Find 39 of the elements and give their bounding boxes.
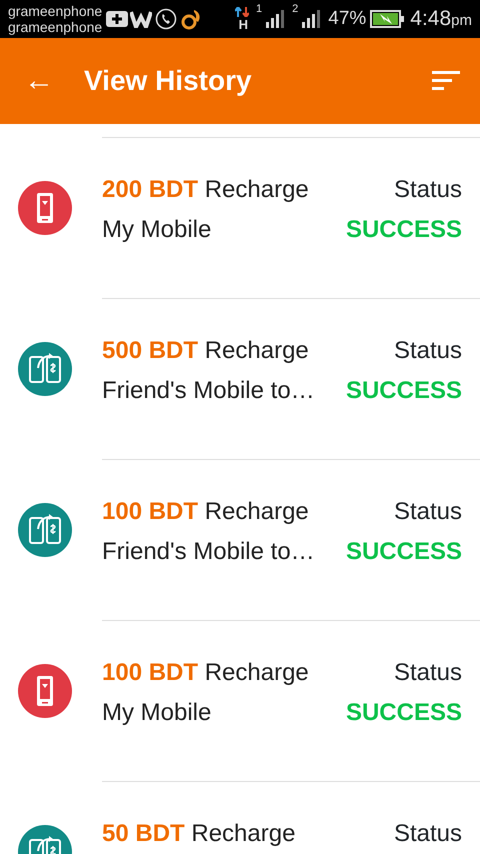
transaction-title: 500 BDT Recharge — [102, 336, 310, 366]
status-value: SUCCESS — [346, 698, 462, 728]
transaction-detail: My Mobile — [102, 698, 212, 728]
battery-charging-icon — [370, 10, 404, 28]
transaction-title: 200 BDT Recharge — [102, 175, 310, 205]
sim-number: 1 — [256, 3, 262, 16]
phone-money-icon — [18, 664, 72, 718]
status-value: SUCCESS — [346, 537, 462, 567]
phone-transfer-icon — [18, 503, 72, 557]
phone-transfer-icon — [18, 342, 72, 396]
plus-icon — [104, 10, 128, 28]
battery-percent: 47% — [328, 6, 366, 31]
status-label: Status — [394, 819, 462, 849]
clock-time: 4:48pm — [410, 6, 472, 32]
network-type-label: H — [238, 18, 248, 30]
data-arrows-icon — [234, 7, 249, 17]
signal-icon — [266, 10, 284, 28]
status-value: SUCCESS — [346, 376, 462, 406]
status-label: Status — [392, 658, 462, 688]
screen-title: View History — [84, 64, 252, 98]
transaction-detail: Friend's Mobile to… — [102, 537, 316, 567]
status-label: Status — [392, 497, 462, 527]
status-label: Status — [392, 336, 462, 366]
transaction-title: 100 BDT Recharge — [102, 658, 310, 688]
status-label: Status — [392, 175, 462, 205]
sim-number: 2 — [292, 3, 298, 16]
transaction-detail: Friend's Mobile to… — [102, 376, 316, 406]
transaction-title: 50 BDT Recharge — [102, 819, 296, 849]
status-value: SUCCESS — [346, 215, 462, 245]
transaction-title: 100 BDT Recharge — [102, 497, 310, 527]
w-logo-icon — [130, 10, 152, 28]
carrier-name: grameenphone — [8, 19, 102, 35]
phone-icon — [155, 8, 178, 30]
carrier-name: grameenphone — [8, 3, 102, 19]
back-button[interactable]: ← — [16, 66, 62, 96]
signal-icon — [302, 10, 320, 28]
phone-money-icon — [18, 181, 72, 235]
sort-icon — [432, 71, 460, 91]
transaction-detail: My Mobile — [102, 215, 212, 245]
